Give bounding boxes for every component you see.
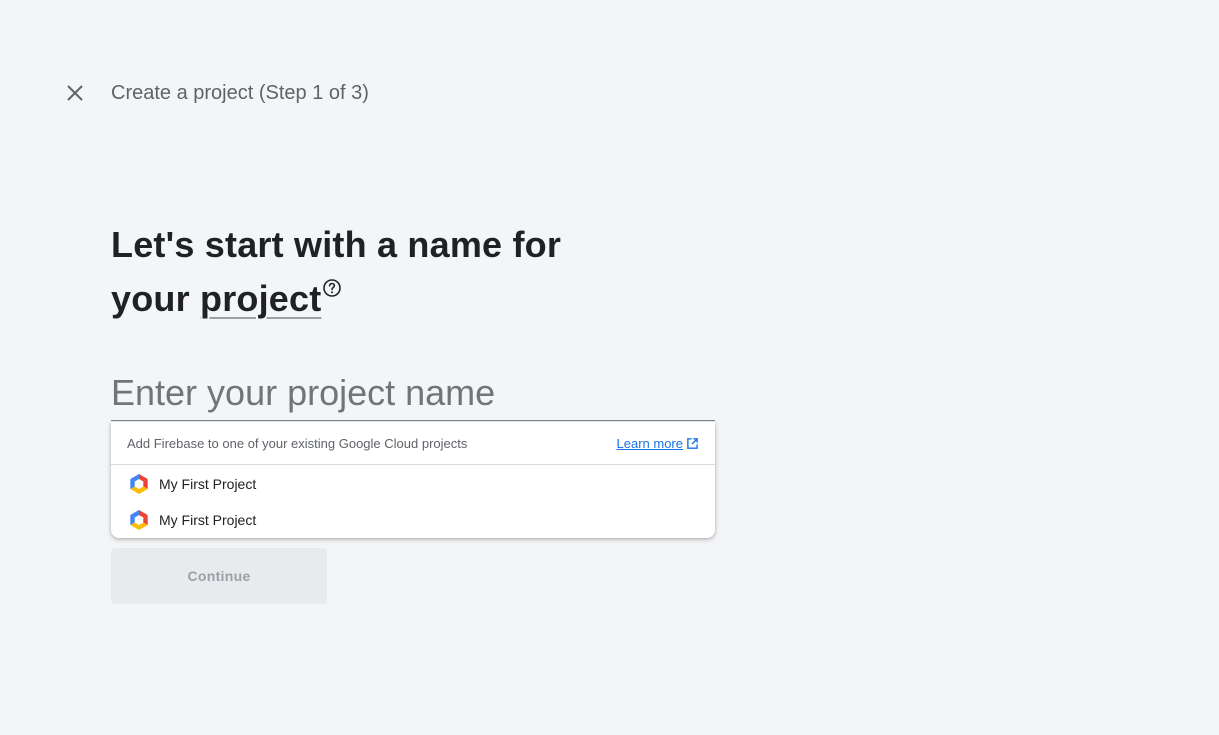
create-project-page: Create a project (Step 1 of 3) Let's sta… (0, 0, 1219, 735)
step-title: Create a project (Step 1 of 3) (111, 82, 369, 104)
project-term-link[interactable]: project (200, 278, 321, 319)
project-list: My First Project My First Project (111, 465, 715, 538)
project-name: My First Project (159, 512, 257, 528)
project-option[interactable]: My First Project (111, 466, 715, 502)
heading-text: Let's start with a name for your (111, 224, 562, 319)
dropdown-hint: Add Firebase to one of your existing Goo… (127, 435, 468, 451)
page-heading: Let's start with a name for your project (111, 218, 631, 326)
google-cloud-icon (130, 474, 148, 494)
project-name: My First Project (159, 476, 257, 492)
close-icon (67, 85, 83, 101)
project-name-input[interactable] (111, 366, 715, 421)
learn-more-link[interactable]: Learn more (617, 436, 699, 451)
learn-more-label: Learn more (616, 435, 683, 451)
continue-button[interactable]: Continue (111, 548, 327, 604)
dropdown-header: Add Firebase to one of your existing Goo… (111, 422, 715, 465)
existing-projects-dropdown: Add Firebase to one of your existing Goo… (111, 422, 715, 538)
open-in-new-icon (687, 437, 698, 449)
project-option[interactable]: My First Project (111, 502, 715, 538)
help-circle-icon[interactable] (322, 278, 342, 298)
close-button[interactable] (63, 81, 87, 105)
google-cloud-icon (130, 510, 148, 530)
